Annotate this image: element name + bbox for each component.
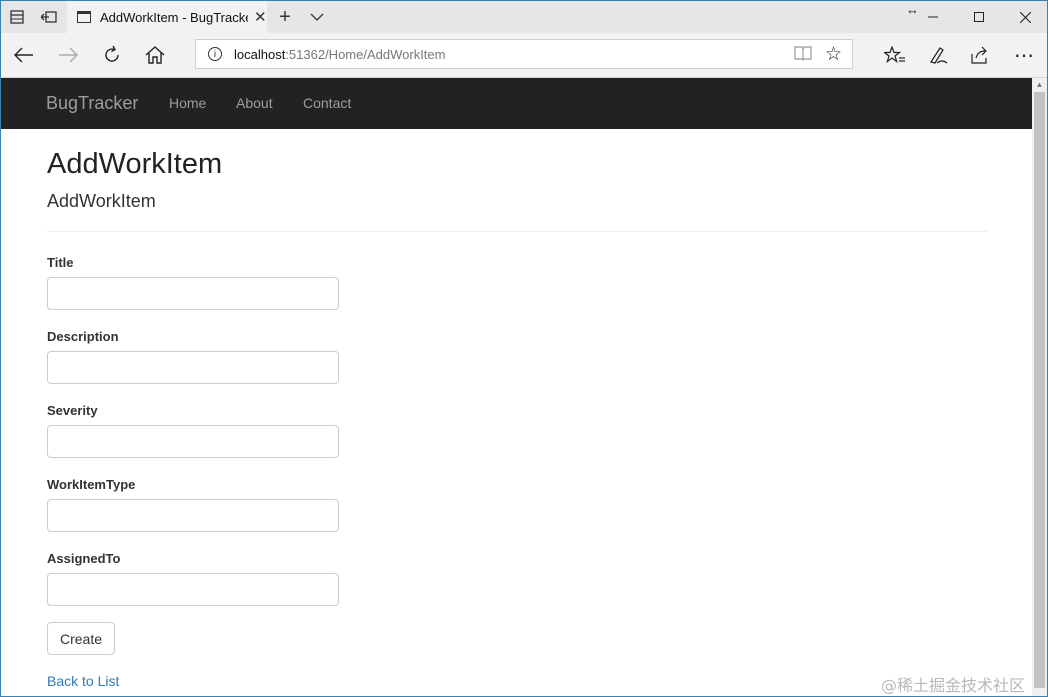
favorite-star-icon[interactable]: ☆ xyxy=(825,43,842,66)
vertical-scrollbar[interactable]: ▲ xyxy=(1032,78,1047,696)
tab-title: AddWorkItem - BugTracker xyxy=(100,9,248,25)
reading-view-icon[interactable] xyxy=(794,45,812,63)
favorites-hub-icon[interactable] xyxy=(880,41,910,69)
nav-contact[interactable]: Contact xyxy=(303,95,351,111)
divider xyxy=(47,231,987,232)
maximize-button[interactable] xyxy=(956,1,1002,33)
description-input[interactable] xyxy=(47,351,339,384)
more-icon[interactable]: ⋯ xyxy=(1009,41,1039,69)
watermark: @稀土掘金技术社区 xyxy=(881,676,1026,695)
severity-label: Severity xyxy=(47,403,98,418)
title-label: Title xyxy=(47,255,74,270)
severity-input[interactable] xyxy=(47,425,339,458)
set-tabs-aside-icon[interactable] xyxy=(39,7,59,27)
create-button[interactable]: Create xyxy=(47,622,115,655)
browser-window: AddWorkItem - BugTracker ✕ + ↔ i localho… xyxy=(0,0,1048,697)
tab-preview-icon[interactable] xyxy=(7,7,27,27)
site-navbar: BugTracker Home About Contact xyxy=(1,78,1033,129)
back-icon[interactable] xyxy=(9,41,39,69)
page-icon xyxy=(77,11,91,23)
new-tab-icon[interactable]: + xyxy=(275,6,295,28)
minimize-button[interactable] xyxy=(910,1,956,33)
brand-link[interactable]: BugTracker xyxy=(46,93,138,114)
address-toolbar: i localhost:51362/Home/AddWorkItem ☆ ⋯ xyxy=(1,33,1047,78)
page-title: AddWorkItem xyxy=(47,148,223,180)
forward-icon[interactable] xyxy=(53,41,83,69)
share-icon[interactable] xyxy=(965,41,995,69)
assignedto-label: AssignedTo xyxy=(47,551,121,566)
scroll-up-icon[interactable]: ▲ xyxy=(1032,80,1047,92)
page-subtitle: AddWorkItem xyxy=(47,191,156,211)
close-window-button[interactable] xyxy=(1002,1,1047,33)
tab-bar: AddWorkItem - BugTracker ✕ + ↔ xyxy=(1,1,1047,33)
workitemtype-label: WorkItemType xyxy=(47,477,136,492)
assignedto-input[interactable] xyxy=(47,573,339,606)
active-tab[interactable]: AddWorkItem - BugTracker ✕ xyxy=(67,1,267,33)
close-icon[interactable]: ✕ xyxy=(254,8,267,26)
pen-icon[interactable] xyxy=(923,41,953,69)
nav-about[interactable]: About xyxy=(236,95,273,111)
nav-home[interactable]: Home xyxy=(169,95,206,111)
url-text[interactable]: localhost:51362/Home/AddWorkItem xyxy=(234,47,445,62)
description-label: Description xyxy=(47,329,119,344)
address-bar[interactable]: i localhost:51362/Home/AddWorkItem ☆ xyxy=(195,39,853,69)
url-host: localhost xyxy=(234,47,286,62)
tab-list-chevron-icon[interactable] xyxy=(307,7,327,27)
refresh-icon[interactable] xyxy=(97,41,127,69)
title-input[interactable] xyxy=(47,277,339,310)
home-icon[interactable] xyxy=(140,41,170,69)
info-icon[interactable]: i xyxy=(208,47,222,61)
workitemtype-input[interactable] xyxy=(47,499,339,532)
scroll-thumb[interactable] xyxy=(1034,92,1045,688)
back-to-list-link[interactable]: Back to List xyxy=(47,673,119,689)
url-path: :51362/Home/AddWorkItem xyxy=(285,47,446,62)
